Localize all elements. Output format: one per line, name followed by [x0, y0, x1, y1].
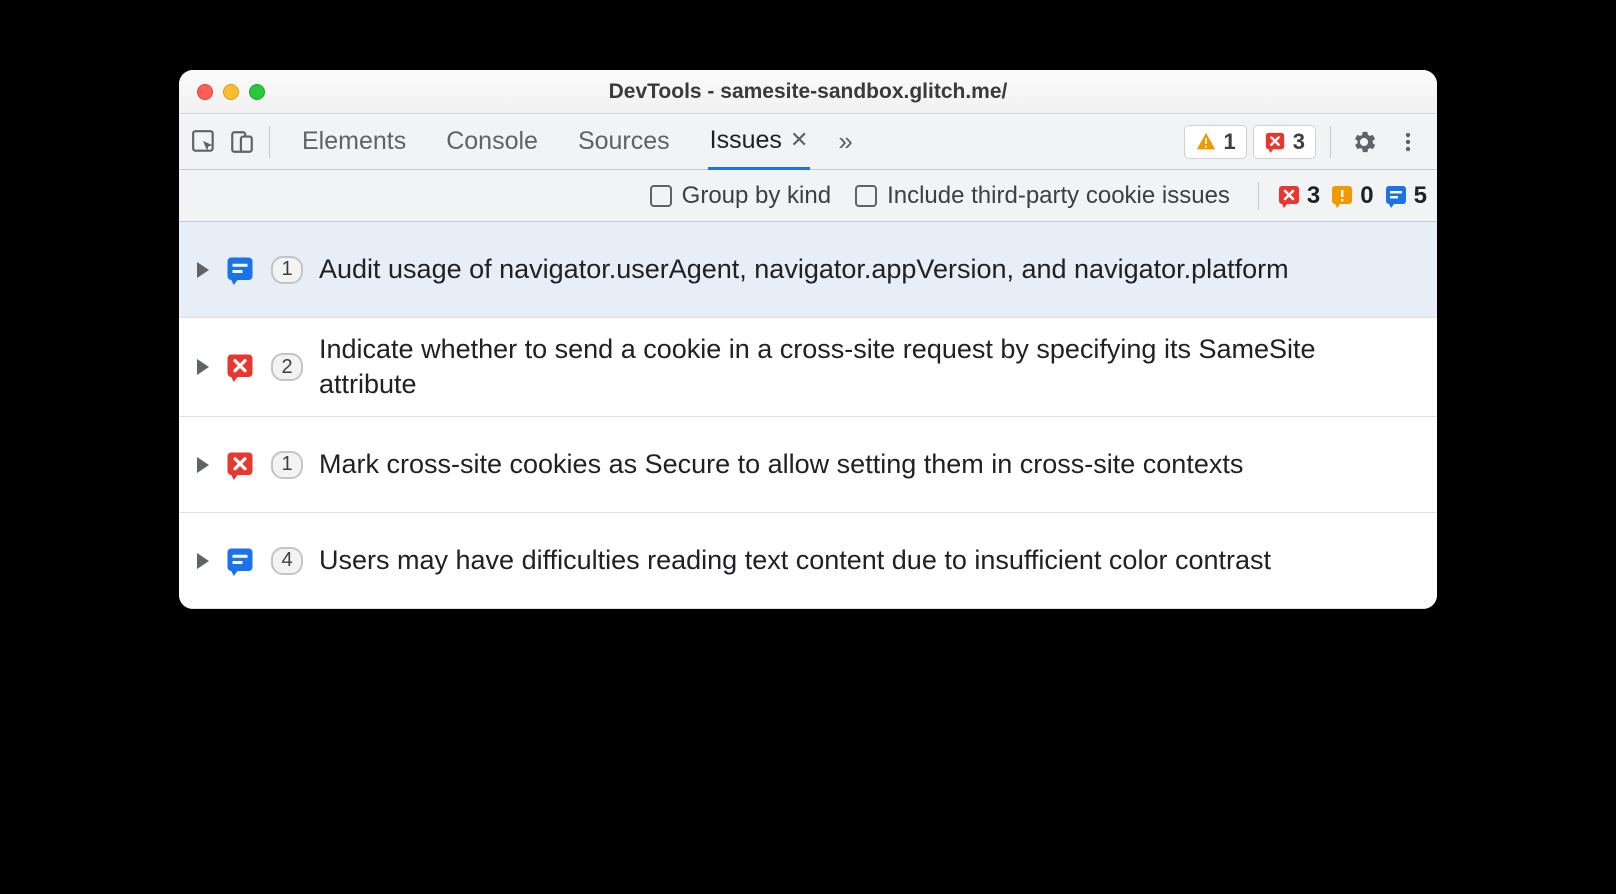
issue-count-pill: 1: [271, 256, 303, 284]
tab-issues-label: Issues: [710, 126, 782, 155]
minimize-window-button[interactable]: [223, 84, 239, 100]
devtools-window: DevTools - samesite-sandbox.glitch.me/ E…: [179, 70, 1437, 609]
error-icon: [1277, 184, 1301, 208]
tab-elements[interactable]: Elements: [300, 115, 408, 168]
error-count-item[interactable]: 3: [1277, 182, 1320, 210]
error-count: 3: [1307, 182, 1320, 210]
close-icon[interactable]: ✕: [790, 127, 808, 153]
warnings-badge[interactable]: 1: [1184, 125, 1247, 159]
issue-title: Indicate whether to send a cookie in a c…: [319, 332, 1419, 402]
main-toolbar: Elements Console Sources Issues ✕ » 1 3: [179, 114, 1437, 170]
issue-count-pill: 2: [271, 353, 303, 381]
toolbar-divider: [269, 126, 270, 158]
inspect-element-icon[interactable]: [185, 123, 223, 161]
chat-icon: [1384, 184, 1408, 208]
issues-subtoolbar: Group by kind Include third-party cookie…: [179, 170, 1437, 222]
traffic-lights: [179, 84, 265, 100]
toolbar-divider: [1330, 126, 1331, 158]
issue-list: 1 Audit usage of navigator.userAgent, nav…: [179, 222, 1437, 609]
tab-sources[interactable]: Sources: [576, 115, 672, 168]
disclosure-triangle-icon[interactable]: [197, 262, 209, 278]
error-icon: [1264, 131, 1286, 153]
issue-title: Users may have difficulties reading text…: [319, 543, 1419, 578]
tab-issues[interactable]: Issues ✕: [708, 114, 811, 170]
issue-row[interactable]: 1 Audit usage of navigator.userAgent, nav…: [179, 222, 1437, 318]
chat-icon: [225, 255, 255, 285]
issue-row[interactable]: 1 Mark cross-site cookies as Secure to al…: [179, 417, 1437, 513]
panel-tabs: Elements Console Sources Issues ✕: [300, 114, 810, 170]
issue-counts: 3 0 5: [1258, 182, 1427, 210]
issue-row[interactable]: 4 Users may have difficulties reading tex…: [179, 513, 1437, 609]
warnings-count: 1: [1224, 129, 1236, 155]
zoom-window-button[interactable]: [249, 84, 265, 100]
alert-count-item[interactable]: 0: [1330, 182, 1373, 210]
group-by-kind-option[interactable]: Group by kind: [650, 182, 831, 210]
info-count-item[interactable]: 5: [1384, 182, 1427, 210]
settings-icon[interactable]: [1345, 123, 1383, 161]
checkbox-icon[interactable]: [855, 185, 877, 207]
errors-count: 3: [1293, 129, 1305, 155]
issue-count-pill: 1: [271, 451, 303, 479]
issue-title: Audit usage of navigator.userAgent, navi…: [319, 252, 1419, 287]
include-third-party-option[interactable]: Include third-party cookie issues: [855, 182, 1230, 210]
alert-icon: [1330, 184, 1354, 208]
tab-console[interactable]: Console: [444, 115, 540, 168]
error-icon: [225, 352, 255, 382]
errors-badge[interactable]: 3: [1253, 125, 1316, 159]
group-by-kind-label: Group by kind: [682, 182, 831, 210]
disclosure-triangle-icon[interactable]: [197, 359, 209, 375]
error-icon: [225, 450, 255, 480]
toolbar-right: 1 3: [1184, 123, 1432, 161]
disclosure-triangle-icon[interactable]: [197, 457, 209, 473]
checkbox-icon[interactable]: [650, 185, 672, 207]
alert-count: 0: [1360, 182, 1373, 210]
more-tabs-icon[interactable]: »: [838, 126, 852, 157]
issue-count-pill: 4: [271, 547, 303, 575]
close-window-button[interactable]: [197, 84, 213, 100]
chat-icon: [225, 546, 255, 576]
kebab-menu-icon[interactable]: [1389, 123, 1427, 161]
disclosure-triangle-icon[interactable]: [197, 553, 209, 569]
issue-title: Mark cross-site cookies as Secure to all…: [319, 447, 1419, 482]
info-count: 5: [1414, 182, 1427, 210]
warning-icon: [1195, 131, 1217, 153]
window-title: DevTools - samesite-sandbox.glitch.me/: [179, 80, 1437, 104]
issue-row[interactable]: 2 Indicate whether to send a cookie in a …: [179, 318, 1437, 417]
include-third-party-label: Include third-party cookie issues: [887, 182, 1230, 210]
device-mode-icon[interactable]: [223, 123, 261, 161]
titlebar: DevTools - samesite-sandbox.glitch.me/: [179, 70, 1437, 114]
